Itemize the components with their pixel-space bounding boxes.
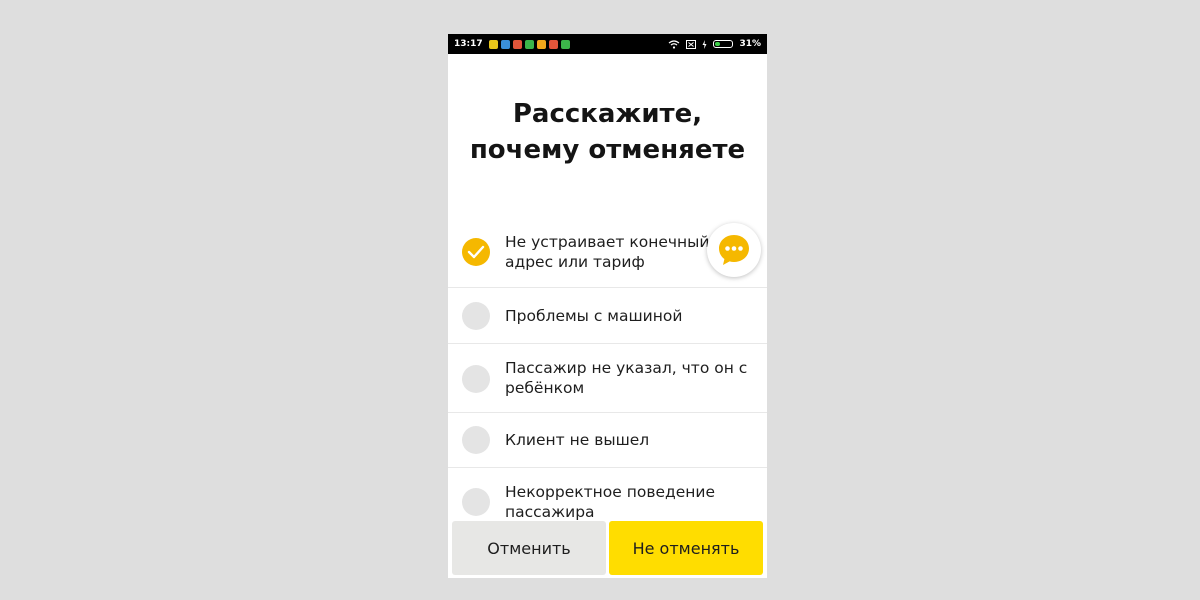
notification-icon [536,39,546,49]
battery-percent: 31% [739,39,761,49]
notification-icon [548,39,558,49]
cancel-order-button[interactable]: Отменить [452,521,606,575]
check-icon [467,245,485,259]
notification-icon [560,39,570,49]
notification-icon [500,39,510,49]
reason-label: Пассажир не указал, что он с ребёнком [505,359,748,397]
radio-unchecked[interactable] [462,488,490,516]
phone-screen: 13:17 31% Расскажите, почему отменяете Н… [448,34,767,578]
reason-label: Некорректное поведение пассажира [505,483,716,521]
radio-unchecked[interactable] [462,365,490,393]
radio-unchecked[interactable] [462,426,490,454]
notification-icon [512,39,522,49]
charging-icon [702,39,707,49]
page-title: Расскажите, почему отменяете [448,96,767,168]
notification-icons [488,39,570,49]
radio-checked[interactable] [462,238,490,266]
page-title-line1: Расскажите, [512,99,703,129]
reason-item[interactable]: Клиент не вышел [448,413,767,468]
notification-icon [488,39,498,49]
radio-unchecked[interactable] [462,302,490,330]
reason-item[interactable]: Пассажир не указал, что он с ребёнком [448,344,767,413]
wifi-icon [669,39,680,49]
status-time: 13:17 [454,39,483,49]
notification-icon [524,39,534,49]
reason-label: Клиент не вышел [505,431,650,449]
keep-order-button[interactable]: Не отменять [609,521,763,575]
no-sim-icon [686,39,697,49]
reason-item[interactable]: Проблемы с машиной [448,288,767,344]
chat-button[interactable] [707,223,761,277]
status-right: 31% [668,39,761,49]
page-title-line2: почему отменяете [469,135,746,165]
battery-fill [715,42,721,46]
chat-bubble-icon [719,235,749,265]
status-bar: 13:17 31% [448,34,767,54]
battery-icon [713,40,734,48]
reason-label: Проблемы с машиной [505,307,683,325]
